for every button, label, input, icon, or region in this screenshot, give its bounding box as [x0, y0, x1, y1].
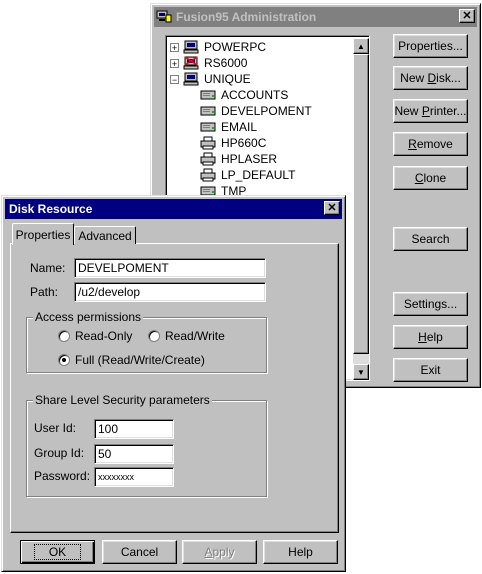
cancel-button[interactable]: Cancel: [102, 540, 177, 564]
scroll-up-icon[interactable]: ▲: [353, 38, 369, 54]
expand-icon[interactable]: +: [170, 42, 179, 52]
scroll-down-icon[interactable]: ▼: [353, 364, 369, 380]
app-icon: [156, 10, 172, 24]
tree-item[interactable]: HPLASER: [170, 151, 277, 167]
disk-icon: [200, 88, 216, 102]
disk-icon: [200, 104, 216, 118]
tree-item-label: DEVELPOMENT: [221, 104, 312, 118]
tree-item-label: ACCOUNTS: [221, 88, 289, 102]
tree-item-label: HP660C: [221, 136, 267, 150]
apply-button: Apply: [182, 540, 257, 564]
radio-read-write-label: Read/Write: [165, 329, 225, 343]
remove-label: Remove: [408, 137, 453, 151]
scroll-thumb[interactable]: [353, 54, 369, 354]
tree-item-label: UNIQUE: [204, 72, 251, 86]
tree-item-label: EMAIL: [221, 120, 258, 134]
tree-item[interactable]: − UNIQUE: [170, 71, 251, 87]
printer-icon: [200, 152, 216, 166]
properties-button[interactable]: Properties...: [393, 34, 468, 58]
radio-full[interactable]: Full (Read/Write/Create): [58, 353, 205, 367]
radio-read-write-circle: [148, 330, 160, 342]
search-button[interactable]: Search: [393, 227, 468, 251]
name-field[interactable]: DEVELPOMENT: [74, 258, 266, 278]
group-id-field[interactable]: 50: [94, 444, 174, 464]
expand-icon[interactable]: +: [170, 58, 179, 68]
security-params-title: Share Level Security parameters: [33, 393, 212, 407]
admin-titlebar[interactable]: Fusion95 Administration ✕: [154, 7, 477, 27]
tree-item-label: POWERPC: [204, 40, 267, 54]
radio-full-label: Full (Read/Write/Create): [75, 353, 205, 367]
apply-label: Apply: [204, 545, 235, 559]
admin-close-icon[interactable]: ✕: [459, 9, 475, 23]
settings-button[interactable]: Settings...: [393, 292, 468, 316]
group-id-label: Group Id:: [34, 446, 85, 460]
dialog-title: Disk Resource: [9, 202, 93, 216]
tree-item-label: RS6000: [204, 56, 248, 70]
dialog-close-icon[interactable]: ✕: [324, 201, 340, 215]
user-id-field[interactable]: 100: [94, 419, 174, 439]
tree-item[interactable]: DEVELPOMENT: [170, 103, 312, 119]
radio-read-only[interactable]: Read-Only: [58, 329, 132, 343]
user-id-label: User Id:: [34, 421, 77, 435]
printer-icon: [200, 136, 216, 150]
ok-button[interactable]: OK: [20, 540, 95, 564]
dialog-help-button[interactable]: Help: [263, 540, 338, 564]
password-field[interactable]: xxxxxxxx: [94, 467, 174, 487]
tree-item[interactable]: ACCOUNTS: [170, 87, 288, 103]
computer-icon: [183, 40, 199, 54]
tree-item-label: LP_DEFAULT: [221, 168, 296, 182]
admin-title: Fusion95 Administration: [176, 10, 317, 24]
disk-resource-dialog: Disk Resource ✕ Advanced Properties Name…: [1, 195, 346, 572]
new-disk-label: New Disk...: [400, 71, 461, 85]
name-label: Name:: [30, 261, 66, 275]
tree-item[interactable]: EMAIL: [170, 119, 257, 135]
dialog-titlebar[interactable]: Disk Resource ✕: [5, 199, 342, 219]
exit-button[interactable]: Exit: [393, 358, 468, 382]
radio-read-write[interactable]: Read/Write: [148, 329, 225, 343]
help-button[interactable]: Help: [393, 325, 468, 349]
password-label: Password:: [34, 469, 91, 483]
help-label: Help: [418, 330, 443, 344]
tab-properties[interactable]: Properties: [12, 223, 74, 245]
ok-label: OK: [33, 544, 82, 560]
new-disk-button[interactable]: New Disk...: [393, 66, 468, 90]
clone-button[interactable]: Clone: [393, 166, 468, 190]
tree-item[interactable]: LP_DEFAULT: [170, 167, 295, 183]
tree-item[interactable]: + POWERPC: [170, 39, 266, 55]
radio-read-only-label: Read-Only: [75, 329, 133, 343]
radio-read-only-circle: [58, 330, 70, 342]
collapse-icon[interactable]: −: [170, 74, 179, 84]
path-field[interactable]: /u2/develop: [74, 282, 266, 302]
printer-icon: [200, 168, 216, 182]
clone-label: Clone: [414, 171, 447, 185]
computer-red-icon: [183, 56, 199, 70]
tree-item-label: HPLASER: [221, 152, 278, 166]
radio-full-circle: [58, 354, 70, 366]
tab-advanced[interactable]: Advanced: [74, 226, 136, 244]
computer-icon: [183, 72, 199, 86]
path-label: Path:: [30, 285, 59, 299]
access-permissions-title: Access permissions: [33, 310, 144, 324]
tree-item[interactable]: + RS6000: [170, 55, 247, 71]
new-printer-button[interactable]: New Printer...: [393, 99, 468, 123]
tree-item[interactable]: HP660C: [170, 135, 266, 151]
remove-button[interactable]: Remove: [393, 132, 468, 156]
disk-icon: [200, 120, 216, 134]
tree-scrollbar[interactable]: ▲ ▼: [353, 38, 369, 380]
new-printer-label: New Printer...: [394, 104, 467, 118]
